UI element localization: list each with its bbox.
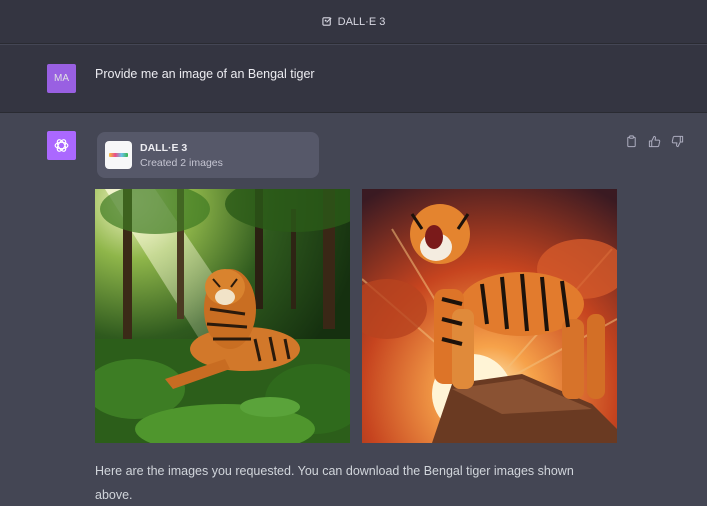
assistant-reply-text: Here are the images you requested. You c… bbox=[95, 464, 574, 502]
user-avatar-initials: MA bbox=[54, 73, 69, 84]
dalle-thumbnail-icon bbox=[105, 141, 132, 169]
user-message-row: MA Provide me an image of an Bengal tige… bbox=[0, 45, 707, 113]
openai-logo-icon bbox=[54, 139, 69, 152]
assistant-avatar bbox=[47, 131, 76, 160]
assistant-message-row: DALL·E 3 Created 2 images Here are the i… bbox=[0, 114, 707, 506]
generated-image-2[interactable] bbox=[362, 189, 617, 443]
dalle-edit-icon bbox=[322, 17, 332, 26]
user-avatar: MA bbox=[47, 64, 76, 93]
tiger-forest-image bbox=[95, 189, 350, 443]
tool-status: Created 2 images bbox=[140, 157, 223, 169]
message-actions bbox=[625, 135, 684, 148]
tiger-roaring-sunset-image bbox=[362, 189, 617, 443]
model-title[interactable]: DALL·E 3 bbox=[338, 16, 386, 28]
thumbs-down-icon[interactable] bbox=[671, 135, 684, 148]
top-bar: DALL·E 3 bbox=[0, 0, 707, 44]
dalle-tool-card[interactable]: DALL·E 3 Created 2 images bbox=[97, 132, 319, 178]
user-message-text: Provide me an image of an Bengal tiger bbox=[95, 67, 315, 81]
thumbs-up-icon[interactable] bbox=[648, 135, 661, 148]
tool-name: DALL·E 3 bbox=[140, 142, 188, 154]
copy-icon[interactable] bbox=[625, 135, 638, 148]
generated-image-1[interactable] bbox=[95, 189, 350, 443]
